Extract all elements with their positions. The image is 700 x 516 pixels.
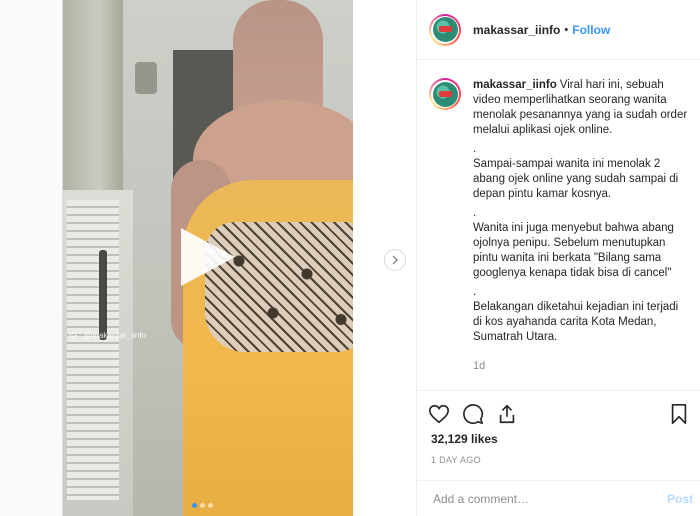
comment-bar: Post bbox=[417, 480, 700, 516]
caption-dot: . bbox=[473, 207, 477, 219]
header-username[interactable]: makassar_iinfo bbox=[473, 23, 560, 37]
play-icon[interactable] bbox=[181, 228, 235, 286]
caption-avatar[interactable] bbox=[429, 78, 461, 110]
post-header: makassar_iinfo • Follow bbox=[417, 0, 700, 60]
caption-paragraph-2: Sampai-sampai wanita ini menolak 2 abang… bbox=[473, 158, 679, 200]
action-bar bbox=[417, 390, 700, 436]
caption-dot: . bbox=[473, 286, 477, 298]
follow-button[interactable]: Follow bbox=[572, 23, 610, 37]
video-watermark: IG : @makassar_iinfo bbox=[69, 331, 147, 340]
caption-username[interactable]: makassar_iinfo bbox=[473, 79, 557, 91]
caption-dot: . bbox=[473, 143, 477, 155]
caption-age[interactable]: 1d bbox=[473, 359, 689, 374]
video-media[interactable]: IG : @makassar_iinfo bbox=[63, 0, 353, 516]
carousel-dot bbox=[208, 503, 213, 508]
carousel-dots bbox=[192, 503, 213, 508]
post-timestamp[interactable]: 1 DAY AGO bbox=[431, 455, 481, 465]
comment-icon[interactable] bbox=[459, 400, 487, 428]
caption-paragraph-3: Wanita ini juga menyebut bahwa abang ojo… bbox=[473, 222, 674, 279]
header-separator: • bbox=[564, 23, 569, 36]
heart-icon[interactable] bbox=[425, 400, 453, 428]
carousel-dot bbox=[200, 503, 205, 508]
avatar[interactable] bbox=[429, 13, 461, 46]
chevron-right-icon[interactable] bbox=[384, 249, 406, 271]
comment-input[interactable] bbox=[431, 490, 667, 507]
carousel-dot-active bbox=[192, 503, 197, 508]
bookmark-icon[interactable] bbox=[665, 400, 693, 428]
caption-area: makassar_iinfo Viral hari ini, sebuah vid… bbox=[417, 60, 700, 390]
post-comment-button[interactable]: Post bbox=[667, 492, 693, 506]
post-sidebar: makassar_iinfo • Follow makassar_iinfo Vi… bbox=[416, 0, 700, 516]
share-icon[interactable] bbox=[493, 400, 521, 428]
caption-text: makassar_iinfo Viral hari ini, sebuah vid… bbox=[473, 78, 689, 390]
likes-count[interactable]: 32,129 likes bbox=[431, 432, 498, 446]
caption-paragraph-4: Belakangan diketahui kejadian ini terjad… bbox=[473, 301, 679, 343]
